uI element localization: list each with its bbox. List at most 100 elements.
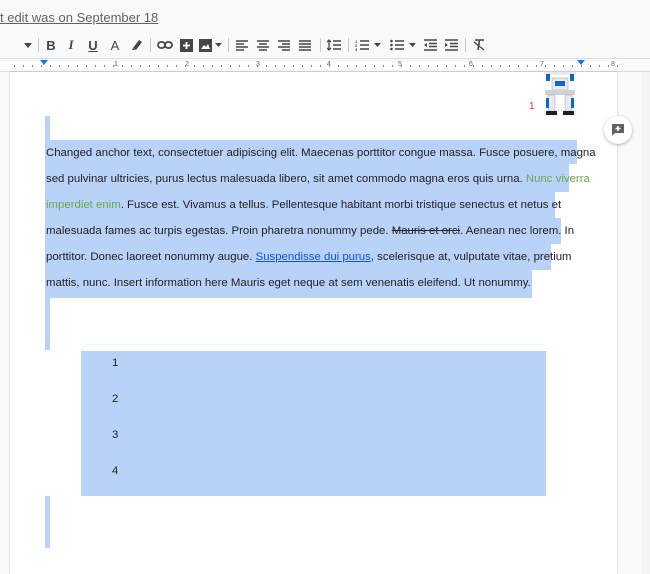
- ruler-tick: [266, 65, 267, 67]
- text-run: . Fusce est. Vivamus a tellus. Pellentes…: [120, 199, 562, 211]
- ruler-tick: [545, 65, 546, 67]
- ruler-tick: [347, 65, 348, 67]
- toolbar-divider: [228, 38, 229, 52]
- ruler-tick: [482, 65, 483, 67]
- ruler-tick: [356, 65, 357, 67]
- ruler-tick: [581, 65, 582, 67]
- chevron-down-icon[interactable]: [22, 35, 34, 55]
- ruler-tick: [59, 65, 60, 67]
- ruler-tick: [500, 65, 501, 67]
- ruler-tick: [221, 65, 222, 67]
- link-icon[interactable]: [156, 35, 174, 55]
- ruler-tick: [50, 65, 51, 67]
- toolbar-divider: [320, 38, 321, 52]
- horizontal-ruler[interactable]: 12345678: [0, 58, 650, 72]
- ruler-tick: [338, 65, 339, 67]
- bold-button[interactable]: B: [43, 35, 59, 55]
- ruler-tick: [590, 65, 591, 67]
- text-run: Changed anchor text, consectetuer adipis…: [46, 147, 596, 159]
- ruler-tick: [536, 65, 537, 67]
- ruler-tick: [113, 65, 114, 67]
- paragraph-line: Changed anchor text, consectetuer adipis…: [46, 140, 596, 166]
- ruler-tick: [419, 65, 420, 67]
- ruler-tick: [185, 65, 186, 67]
- selection-highlight: [45, 116, 50, 140]
- align-right-icon[interactable]: [276, 35, 292, 55]
- ruler-tick: [257, 65, 258, 67]
- vertical-scrollbar[interactable]: [642, 72, 650, 574]
- bulleted-list-icon[interactable]: [389, 35, 405, 55]
- clear-formatting-icon[interactable]: [471, 35, 487, 55]
- green-text: Nunc viverra: [525, 173, 590, 185]
- table-row[interactable]: 1: [112, 357, 118, 369]
- ruler-tick: [563, 65, 564, 67]
- text-run: , scelerisque at, vulputate vitae, preti…: [370, 251, 572, 263]
- green-text: imperdiet enim: [46, 199, 121, 211]
- ruler-tick: [140, 65, 141, 67]
- align-left-icon[interactable]: [234, 35, 250, 55]
- ruler-tick: [554, 65, 555, 67]
- decrease-indent-icon[interactable]: [422, 35, 438, 55]
- insert-image-icon[interactable]: [198, 35, 212, 55]
- ruler-tick: [158, 65, 159, 67]
- align-justify-icon[interactable]: [297, 35, 313, 55]
- ruler-tick: [149, 65, 150, 67]
- paragraph-line: imperdiet enim. Fusce est. Vivamus a tel…: [46, 192, 576, 218]
- chevron-down-icon[interactable]: [407, 35, 417, 55]
- ruler-tick: [248, 65, 249, 67]
- text-run: mattis, nunc. Insert information here Ma…: [46, 277, 531, 289]
- ruler-tick: [167, 65, 168, 67]
- ruler-tick: [122, 65, 123, 67]
- add-comment-toolbar-icon[interactable]: [178, 35, 194, 55]
- table-row[interactable]: 3: [112, 429, 118, 441]
- chevron-down-icon[interactable]: [213, 35, 223, 55]
- ruler-tick: [203, 65, 204, 67]
- selection-highlight: [45, 496, 50, 548]
- ruler-tick: [320, 65, 321, 67]
- left-indent-marker[interactable]: [40, 60, 48, 65]
- ruler-tick: [572, 65, 573, 67]
- text-run: . Aenean nec lorem. In: [460, 225, 575, 237]
- ruler-number: 7: [540, 61, 544, 68]
- toolbar-divider: [38, 38, 39, 52]
- ruler-tick: [293, 65, 294, 67]
- line-spacing-icon[interactable]: [326, 35, 342, 55]
- ruler-tick: [275, 65, 276, 67]
- right-indent-marker[interactable]: [577, 60, 585, 65]
- text-color-button[interactable]: A: [107, 35, 123, 55]
- chevron-down-icon[interactable]: [372, 35, 382, 55]
- highlight-pen-icon[interactable]: [128, 35, 146, 55]
- ruler-tick: [437, 65, 438, 67]
- body-paragraph[interactable]: Changed anchor text, consectetuer adipis…: [46, 140, 596, 296]
- hyperlink[interactable]: Suspendisse dui purus: [256, 251, 371, 263]
- ruler-tick: [23, 65, 24, 67]
- ruler-tick: [473, 65, 474, 67]
- formatting-toolbar: B I U A 123: [0, 32, 650, 58]
- robot-image[interactable]: [540, 72, 580, 116]
- ruler-tick: [392, 65, 393, 67]
- ruler-tick: [329, 65, 330, 67]
- text-run: porttitor. Donec laoreet nonummy augue.: [46, 251, 256, 263]
- selected-table[interactable]: [81, 351, 546, 496]
- table-row[interactable]: 2: [112, 393, 118, 405]
- ruler-tick: [284, 65, 285, 67]
- ruler-tick: [311, 65, 312, 67]
- ruler-tick: [446, 65, 447, 67]
- ruler-tick: [32, 65, 33, 67]
- align-center-icon[interactable]: [255, 35, 271, 55]
- ruler-tick: [509, 65, 510, 67]
- ruler-tick: [617, 65, 618, 67]
- add-comment-button[interactable]: [604, 116, 632, 144]
- last-edit-link[interactable]: t edit was on September 18: [0, 10, 158, 26]
- paragraph-line: malesuada fames ac turpis egestas. Proin…: [46, 218, 576, 244]
- italic-button[interactable]: I: [63, 35, 79, 55]
- table-row[interactable]: 4: [112, 465, 118, 477]
- paragraph-line: porttitor. Donec laoreet nonummy augue. …: [46, 244, 576, 270]
- ruler-tick: [194, 65, 195, 67]
- increase-indent-icon[interactable]: [443, 35, 459, 55]
- underline-button[interactable]: U: [85, 35, 101, 55]
- numbered-list-icon[interactable]: 123: [354, 35, 370, 55]
- footnote-marker[interactable]: 1: [529, 101, 535, 112]
- ruler-tick: [176, 65, 177, 67]
- ruler-tick: [104, 65, 105, 67]
